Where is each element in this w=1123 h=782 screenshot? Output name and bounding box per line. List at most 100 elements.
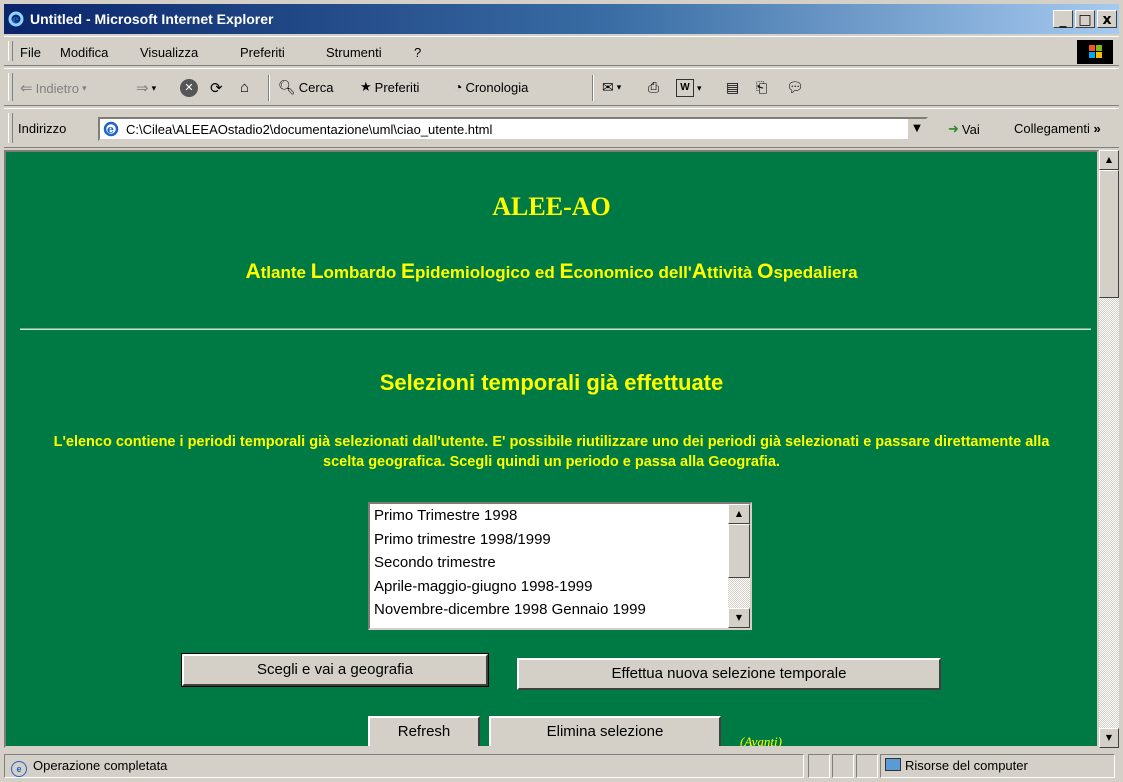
subtitle-initial: O	[757, 260, 774, 283]
refresh-icon: ⟳	[210, 80, 223, 97]
search-button[interactable]: 🔍︎ Cerca	[278, 79, 333, 96]
page-icon: e	[103, 121, 119, 137]
ie-logo-icon: e	[8, 11, 24, 27]
windows-logo-icon	[1077, 40, 1113, 64]
address-dropdown-button[interactable]: ▼	[907, 119, 926, 139]
list-item[interactable]: Primo Trimestre 1998	[370, 504, 750, 528]
messenger-icon: ⎗	[756, 79, 768, 95]
window-titlebar: e Untitled - Microsoft Internet Explorer…	[4, 4, 1119, 34]
svg-text:e: e	[12, 13, 19, 26]
page-title: ALEE-AO	[492, 192, 611, 221]
menu-modifica[interactable]: Modifica	[60, 45, 108, 60]
toolbar-separator	[592, 75, 594, 101]
status-empty-panel	[832, 754, 854, 778]
menu-preferiti[interactable]: Preferiti	[240, 45, 285, 60]
chevron-down-icon: ▾	[616, 82, 622, 92]
description-text: L'elenco contiene i periodi temporali gi…	[53, 434, 1050, 470]
edit-button[interactable]: W ▾	[676, 79, 702, 97]
messenger-button[interactable]: ⎗	[756, 79, 767, 96]
print-button[interactable]: ⎙	[648, 79, 659, 96]
period-listbox[interactable]: Primo Trimestre 1998 Primo trimestre 199…	[368, 502, 752, 630]
page-viewport: ALEE-AO Atlante Lombardo Epidemiologico …	[4, 150, 1099, 748]
search-label: Cerca	[298, 80, 334, 95]
print-icon: ⎙	[648, 79, 660, 95]
status-empty-panel	[856, 754, 878, 778]
history-button[interactable]: ◔ Cronologia	[454, 79, 528, 95]
chevron-down-icon: ▾	[151, 82, 157, 93]
toolbar-separator	[268, 75, 270, 101]
chat-button[interactable]: 💬︎	[786, 79, 804, 96]
subtitle-word: ombardo	[323, 263, 401, 282]
menu-bar: File Modifica Visualizza Preferiti Strum…	[4, 36, 1119, 66]
back-arrow-icon: ⇐	[20, 80, 33, 97]
list-item[interactable]: Secondo trimestre	[370, 551, 750, 575]
stop-button[interactable]: ✕	[180, 79, 198, 97]
delete-selection-button[interactable]: Elimina selezione	[489, 716, 721, 746]
favorites-button[interactable]: ★ Preferiti	[360, 79, 419, 95]
listbox-scrollbar[interactable]: ▲ ▼	[728, 504, 750, 628]
history-label: Cronologia	[465, 79, 529, 95]
window-title: Untitled - Microsoft Internet Explorer	[30, 11, 274, 27]
zone-panel: Risorse del computer	[880, 754, 1115, 778]
scroll-down-icon[interactable]: ▼	[728, 608, 750, 628]
search-icon: 🔍︎	[278, 79, 296, 95]
page-subtitle: Atlante Lombardo Epidemiologico ed Econo…	[6, 260, 1097, 284]
list-item[interactable]: Novembre-dicembre 1998 Gennaio 1999	[370, 598, 750, 622]
go-button[interactable]: ➜ Vai	[948, 121, 980, 137]
discuss-button[interactable]: ▤	[726, 79, 739, 96]
home-button[interactable]: ⌂	[240, 79, 249, 96]
scroll-thumb[interactable]	[1099, 170, 1119, 298]
forward-button[interactable]: ⇒ ▾	[136, 79, 156, 97]
subtitle-word: pidemiologico ed	[414, 263, 560, 282]
page-scrollbar[interactable]: ▲ ▼	[1099, 150, 1119, 748]
section-title: Selezioni temporali già effettuate	[379, 370, 724, 395]
avanti-link[interactable]: (Avanti)	[740, 734, 782, 746]
mail-icon: ✉	[602, 79, 614, 95]
scroll-up-icon[interactable]: ▲	[1099, 150, 1119, 170]
new-time-selection-button[interactable]: Effettua nuova selezione temporale	[517, 658, 941, 690]
subtitle-word: spedaliera	[773, 263, 858, 282]
list-item[interactable]: Aprile-maggio-giugno 1998-1999	[370, 575, 750, 599]
favorites-icon: ★	[360, 79, 372, 94]
standard-toolbar: ⇐ Indietro ▾ ⇒ ▾ ✕ ⟳ ⌂ 🔍︎ Cerca ★ Prefer…	[4, 68, 1119, 106]
chevron-down-icon: ▾	[81, 82, 87, 93]
zone-text: Risorse del computer	[905, 758, 1028, 773]
address-input[interactable]: e C:\Cilea\ALEEAOstadio2\documentazione\…	[98, 117, 928, 141]
favorites-label: Preferiti	[374, 79, 420, 95]
page-done-icon: e	[11, 761, 27, 777]
choose-geography-button[interactable]: Scegli e vai a geografia	[181, 653, 489, 687]
status-bar: e Operazione completata Risorse del compu…	[4, 752, 1119, 780]
menu-strumenti[interactable]: Strumenti	[326, 45, 382, 60]
address-url: C:\Cilea\ALEEAOstadio2\documentazione\um…	[126, 122, 493, 137]
minimize-button[interactable]: _	[1053, 10, 1073, 28]
scroll-up-icon[interactable]: ▲	[728, 504, 750, 524]
status-empty-panel	[808, 754, 830, 778]
back-button[interactable]: ⇐ Indietro ▾	[20, 79, 86, 97]
menu-visualizza[interactable]: Visualizza	[140, 45, 198, 60]
menu-help[interactable]: ?	[414, 45, 421, 60]
horizontal-rule	[20, 328, 1091, 330]
refresh-button[interactable]: ⟳	[210, 79, 223, 97]
close-button[interactable]: x	[1097, 10, 1117, 28]
status-panel: e Operazione completata	[4, 754, 804, 778]
subtitle-word: tlante	[260, 263, 311, 282]
menu-file[interactable]: File	[20, 45, 41, 60]
history-icon: ◔	[454, 79, 463, 95]
scroll-down-icon[interactable]: ▼	[1099, 728, 1119, 748]
status-text: Operazione completata	[33, 758, 168, 773]
chevron-right-icon: »	[1093, 121, 1101, 136]
go-label: Vai	[961, 121, 980, 137]
list-item[interactable]: Primo trimestre 1998/1999	[370, 528, 750, 552]
subtitle-initial: E	[559, 260, 574, 283]
address-label: Indirizzo	[18, 121, 67, 136]
subtitle-initial: E	[400, 260, 415, 283]
scroll-thumb[interactable]	[728, 524, 750, 578]
chat-bubble-icon: 💬︎	[786, 79, 804, 95]
refresh-page-button[interactable]: Refresh	[368, 716, 480, 746]
links-button[interactable]: Collegamenti »	[1014, 121, 1101, 136]
back-label: Indietro	[35, 80, 79, 96]
mail-button[interactable]: ✉ ▾	[602, 79, 621, 96]
maximize-button[interactable]: □	[1075, 10, 1095, 28]
home-icon: ⌂	[240, 79, 250, 96]
forward-arrow-icon: ⇒	[136, 80, 149, 97]
